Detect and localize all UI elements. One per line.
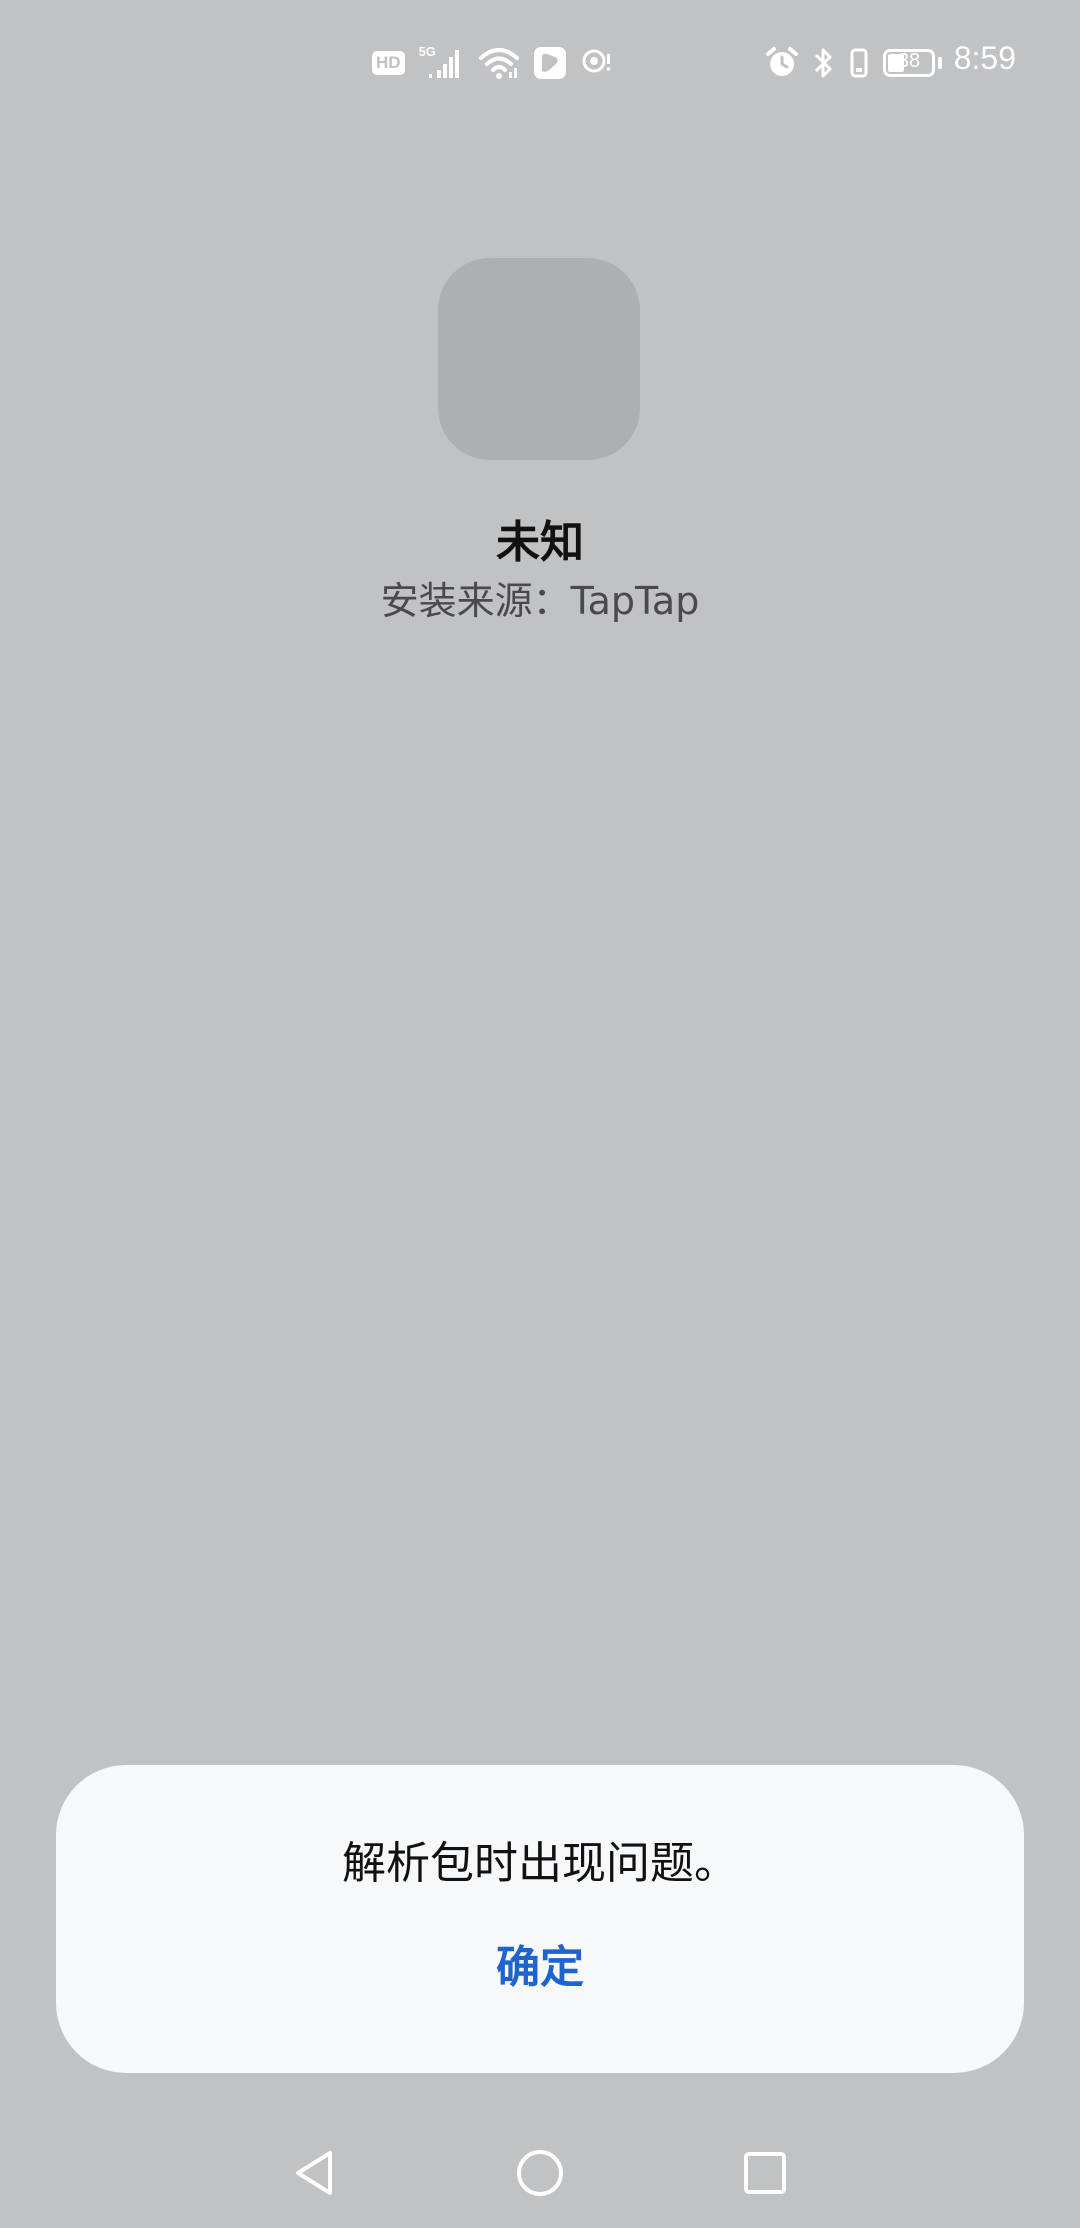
alarm-icon <box>765 46 799 80</box>
wifi-icon <box>478 46 519 80</box>
home-icon <box>514 2147 566 2202</box>
confirm-button[interactable]: 确定 <box>440 1931 640 1995</box>
back-button[interactable] <box>282 2142 346 2206</box>
hd-icon: HD <box>372 51 405 75</box>
battery-level: 38 <box>897 50 921 72</box>
dialog-message: 解析包时出现问题。 <box>342 1838 738 1889</box>
recents-icon <box>741 2149 789 2200</box>
vibrate-icon <box>849 46 869 80</box>
app-icon-placeholder <box>438 258 640 460</box>
status-time: 8:59 <box>953 40 1016 76</box>
status-icons-left: HD 5G <box>372 44 611 82</box>
back-icon <box>290 2147 338 2202</box>
app-name: 未知 <box>496 517 584 568</box>
bluetooth-icon <box>813 46 835 80</box>
signal-5g-icon: 5G <box>418 44 465 80</box>
app-notification-icon <box>533 46 567 80</box>
install-source: 安装来源：TapTap <box>380 579 700 623</box>
battery-icon: 38 <box>883 49 942 77</box>
recents-button[interactable] <box>733 2142 797 2206</box>
battery-body: 38 <box>883 49 935 77</box>
status-icons-right: 38 <box>765 44 942 82</box>
status-bar: HD 5G 38 8:59 <box>0 0 1080 124</box>
nfc-icon <box>581 46 611 80</box>
network-type-label: 5G <box>418 44 436 59</box>
navigation-bar <box>0 2120 1080 2228</box>
home-button[interactable] <box>508 2142 572 2206</box>
error-dialog: 解析包时出现问题。 确定 <box>56 1765 1024 2073</box>
